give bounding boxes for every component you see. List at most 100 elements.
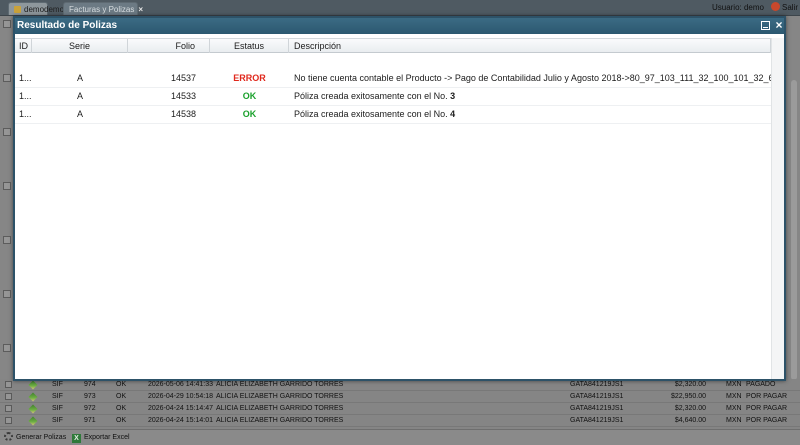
cell-status: OK — [116, 417, 127, 424]
cell-serie: A — [76, 91, 83, 101]
generate-polizas-button[interactable]: Generar Polizas — [4, 432, 66, 444]
cell-payment-status: POR PAGAR — [746, 393, 788, 400]
cell-rfc: GATA841219JS1 — [570, 417, 624, 424]
table-row[interactable]: 1... A 14538 OK Póliza creada exitosamen… — [15, 106, 771, 124]
column-header-folio[interactable]: Folio — [128, 39, 210, 53]
cell-client: ALICIA ELIZABETH GARRIDO TORRES — [216, 417, 344, 424]
cell-description: Póliza creada exitosamente con el No. 3 — [289, 88, 771, 105]
table-row[interactable]: 1... A 14533 OK Póliza creada exitosamen… — [15, 88, 771, 106]
column-header-id[interactable]: ID — [15, 39, 32, 53]
tab-label: demodemo2 — [24, 5, 69, 14]
cell-id: 1... — [19, 73, 32, 83]
cell-folio: 971 — [84, 417, 96, 424]
row-checkbox[interactable] — [3, 74, 11, 82]
cell-folio: 972 — [84, 405, 96, 412]
cell-amount: $4,640.00 — [674, 417, 706, 424]
cell-client: ALICIA ELIZABETH GARRIDO TORRES — [216, 393, 344, 400]
tab-label: Facturas y Polizas — [69, 5, 135, 14]
cell-description: No tiene cuenta contable el Producto -> … — [289, 70, 771, 87]
row-checkbox[interactable] — [5, 405, 12, 412]
folder-icon — [14, 6, 21, 13]
cell-rfc: GATA841219JS1 — [570, 393, 624, 400]
description-text: No tiene cuenta contable el Producto -> … — [294, 73, 771, 83]
cell-status: ERROR — [233, 73, 266, 83]
cell-id: 1... — [19, 109, 32, 119]
poliza-number: 3 — [450, 91, 456, 101]
row-checkbox[interactable] — [5, 381, 12, 388]
cell-rfc: GATA841219JS1 — [570, 405, 624, 412]
excel-icon: X — [72, 434, 81, 443]
row-checkbox[interactable] — [3, 128, 11, 136]
export-excel-button[interactable]: X Exportar Excel — [72, 432, 130, 444]
dialog-body: ID Serie Folio Estatus Descripción 1... … — [15, 34, 784, 379]
cell-description: Póliza creada exitosamente con el No. 4 — [289, 106, 771, 123]
dialog-title: Resultado de Polizas — [17, 20, 118, 31]
table-row[interactable]: SIF 973 OK 2026-04-29 10:54:18 ALICIA EL… — [0, 391, 800, 403]
background-left-column — [0, 16, 14, 429]
cell-serie: A — [76, 109, 83, 119]
table-row[interactable]: SIF 972 OK 2026-04-24 15:14:47 ALICIA EL… — [0, 403, 800, 415]
cell-client: ALICIA ELIZABETH GARRIDO TORRES — [216, 405, 344, 412]
edit-pencil-icon[interactable] — [28, 380, 38, 390]
background-footer-toolbar: Generar Polizas X Exportar Excel — [0, 429, 800, 445]
poliza-number: 4 — [450, 109, 456, 119]
user-label: Usuario: demo — [711, 3, 764, 12]
column-header-status[interactable]: Estatus — [210, 39, 289, 53]
results-grid-scrollbar[interactable] — [771, 38, 784, 379]
row-checkbox[interactable] — [3, 182, 11, 190]
result-dialog: Resultado de Polizas × ID Serie Folio Es… — [13, 16, 786, 381]
cell-id: 1... — [19, 91, 32, 101]
description-text: Póliza creada exitosamente con el No. — [294, 91, 451, 101]
row-checkbox[interactable] — [3, 344, 11, 352]
results-grid-header: ID Serie Folio Estatus Descripción — [15, 38, 771, 53]
table-row[interactable]: 1... A 14537 ERROR No tiene cuenta conta… — [15, 70, 771, 88]
edit-pencil-icon[interactable] — [28, 392, 38, 402]
cell-serie: SIF — [52, 405, 63, 412]
generate-label: Generar Polizas — [16, 434, 67, 441]
cell-folio: 14533 — [170, 91, 196, 101]
close-icon[interactable]: × — [774, 18, 784, 32]
export-label: Exportar Excel — [84, 434, 130, 441]
exit-icon — [770, 2, 780, 11]
cell-amount: $2,320.00 — [674, 405, 706, 412]
close-tab-icon[interactable]: × — [138, 5, 143, 14]
description-text: Póliza creada exitosamente con el No. — [294, 109, 451, 119]
table-row[interactable]: SIF 971 OK 2026-04-24 15:14:01 ALICIA EL… — [0, 415, 800, 427]
cell-amount: $22,950.00 — [670, 393, 706, 400]
row-checkbox[interactable] — [3, 290, 11, 298]
gear-icon — [4, 432, 13, 441]
cell-status: OK — [242, 109, 257, 119]
background-invoice-grid: SIF 974 OK 2026-05-06 14:41:33 ALICIA EL… — [0, 379, 800, 429]
row-checkbox[interactable] — [5, 393, 12, 400]
cell-date: 2026-04-24 15:14:47 — [148, 405, 213, 412]
dialog-header[interactable]: Resultado de Polizas × — [15, 18, 784, 34]
app-top-bar: demodemo2 Facturas y Polizas × Usuario: d… — [0, 0, 800, 16]
minimize-icon[interactable] — [761, 21, 770, 30]
column-header-description[interactable]: Descripción — [289, 39, 771, 53]
cell-currency: MXN — [726, 417, 742, 424]
cell-folio: 14538 — [170, 109, 196, 119]
cell-status: OK — [242, 91, 257, 101]
cell-date: 2026-04-29 10:54:18 — [148, 393, 213, 400]
edit-pencil-icon[interactable] — [28, 416, 38, 426]
cell-folio: 14537 — [170, 73, 196, 83]
row-checkbox[interactable] — [3, 20, 11, 28]
cell-payment-status: POR PAGAR — [746, 417, 788, 424]
cell-date: 2026-04-24 15:14:01 — [148, 417, 213, 424]
row-checkbox[interactable] — [3, 236, 11, 244]
row-checkbox[interactable] — [5, 417, 12, 424]
exit-button[interactable]: Salir — [770, 2, 798, 12]
cell-status: OK — [116, 393, 127, 400]
tab-demodemo2[interactable]: demodemo2 — [8, 2, 68, 15]
cell-serie: SIF — [52, 417, 63, 424]
edit-pencil-icon[interactable] — [28, 404, 38, 414]
cell-status: OK — [116, 405, 127, 412]
cell-payment-status: POR PAGAR — [746, 405, 788, 412]
exit-label: Salir — [781, 3, 798, 12]
cell-currency: MXN — [726, 393, 742, 400]
cell-serie: A — [76, 73, 83, 83]
cell-currency: MXN — [726, 405, 742, 412]
background-scrollbar[interactable] — [791, 80, 797, 380]
tab-facturas-polizas[interactable]: Facturas y Polizas × — [63, 2, 143, 15]
column-header-serie[interactable]: Serie — [32, 39, 128, 53]
